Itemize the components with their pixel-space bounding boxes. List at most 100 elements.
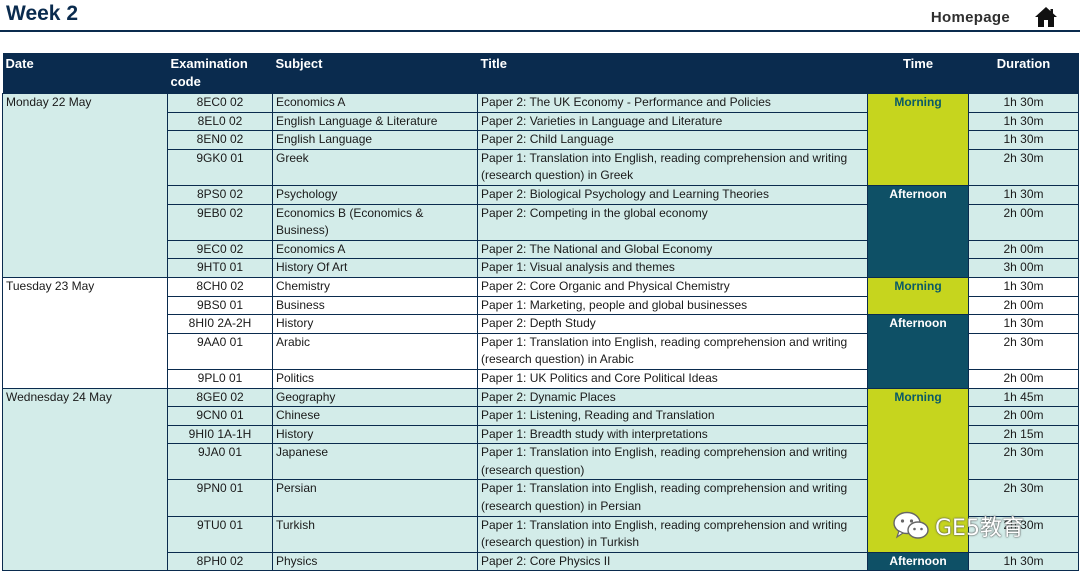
page-header: Week 2 Homepage [0, 0, 1080, 32]
exam-code-cell: 8PH0 02 [167, 551, 273, 572]
subject-cell: English Language & Literature [272, 111, 478, 132]
duration-cell: 2h 00m [968, 239, 1079, 260]
subject-cell: Persian [272, 479, 478, 517]
subject-cell: Chinese [272, 406, 478, 426]
time-slot-afternoon: Afternoon [867, 314, 969, 389]
duration-cell: 1h 30m [968, 551, 1079, 572]
title-cell: Paper 1: Translation into English, readi… [477, 479, 868, 517]
duration-cell: 1h 30m [968, 314, 1079, 334]
time-slot-morning: Morning [867, 93, 969, 186]
exam-code-cell: 9PL0 01 [167, 368, 273, 389]
subject-cell: Greek [272, 148, 478, 186]
title-cell: Paper 2: Competing in the global economy [477, 203, 868, 241]
exam-code-cell: 8GE0 02 [167, 387, 273, 408]
title-cell: Paper 2: Varieties in Language and Liter… [477, 111, 868, 132]
date-cell: Wednesday 24 May [2, 387, 168, 572]
duration-cell: 2h 00m [968, 203, 1079, 241]
duration-cell: 2h 30m [968, 332, 1079, 370]
title-cell: Paper 1: Translation into English, readi… [477, 443, 868, 481]
exam-timetable: Date Examination code Subject Title Time… [2, 53, 1079, 572]
subject-cell: Japanese [272, 443, 478, 481]
duration-cell: 2h 30m [968, 515, 1079, 553]
subject-cell: Arabic [272, 332, 478, 370]
date-cell: Monday 22 May [2, 93, 168, 278]
duration-cell: 1h 45m [968, 387, 1079, 408]
subject-cell: Chemistry [272, 276, 478, 297]
week-title: Week 2 [6, 2, 78, 25]
subject-cell: History [272, 424, 478, 445]
duration-cell: 2h 30m [968, 443, 1079, 481]
subject-cell: English Language [272, 130, 478, 150]
title-cell: Paper 1: Listening, Reading and Translat… [477, 406, 868, 426]
date-cell: Tuesday 23 May [2, 276, 168, 389]
title-cell: Paper 1: Breadth study with interpretati… [477, 424, 868, 445]
header-row: Date Examination code Subject Title Time… [2, 53, 1079, 94]
time-slot-afternoon: Afternoon [867, 551, 969, 572]
duration-cell: 1h 30m [968, 184, 1079, 205]
time-slot-morning: Morning [867, 276, 969, 316]
exam-code-cell: 9CN0 01 [167, 406, 273, 426]
title-cell: Paper 2: The UK Economy - Performance an… [477, 93, 868, 113]
duration-cell: 2h 30m [968, 148, 1079, 186]
col-title-header: Title [477, 53, 868, 94]
exam-code-cell: 9PN0 01 [167, 479, 273, 517]
exam-code-cell: 9HT0 01 [167, 258, 273, 278]
title-cell: Paper 2: Biological Psychology and Learn… [477, 184, 868, 205]
title-cell: Paper 2: Dynamic Places [477, 387, 868, 408]
subject-cell: Psychology [272, 184, 478, 205]
exam-code-cell: 9EB0 02 [167, 203, 273, 241]
title-cell: Paper 2: Core Organic and Physical Chemi… [477, 276, 868, 297]
duration-cell: 1h 30m [968, 93, 1079, 113]
exam-code-cell: 9HI0 1A-1H [167, 424, 273, 445]
exam-code-cell: 9EC0 02 [167, 239, 273, 260]
duration-cell: 1h 30m [968, 130, 1079, 150]
title-cell: Paper 2: Child Language [477, 130, 868, 150]
title-cell: Paper 2: The National and Global Economy [477, 239, 868, 260]
col-subject-header: Subject [272, 53, 478, 94]
exam-code-cell: 8CH0 02 [167, 276, 273, 297]
exam-code-cell: 8PS0 02 [167, 184, 273, 205]
title-cell: Paper 2: Core Physics II [477, 551, 868, 572]
exam-code-cell: 9AA0 01 [167, 332, 273, 370]
duration-cell: 2h 30m [968, 479, 1079, 517]
exam-code-cell: 8EN0 02 [167, 130, 273, 150]
col-code-header: Examination code [167, 53, 273, 94]
duration-cell: 1h 30m [968, 111, 1079, 132]
title-cell: Paper 1: Visual analysis and themes [477, 258, 868, 278]
subject-cell: Turkish [272, 515, 478, 553]
exam-code-cell: 9GK0 01 [167, 148, 273, 186]
timetable-body: Monday 22 May 8EC0 02 Economics A Paper 2: … [2, 93, 1079, 572]
title-cell: Paper 1: UK Politics and Core Political … [477, 368, 868, 389]
duration-cell: 1h 30m [968, 276, 1079, 297]
duration-cell: 2h 00m [968, 368, 1079, 389]
duration-cell: 2h 00m [968, 295, 1079, 316]
col-time-header: Time [867, 53, 969, 94]
subject-cell: Economics B (Economics & Business) [272, 203, 478, 241]
exam-code-cell: 8EC0 02 [167, 93, 273, 113]
duration-cell: 2h 15m [968, 424, 1079, 445]
subject-cell: Economics A [272, 239, 478, 260]
subject-cell: Geography [272, 387, 478, 408]
subject-cell: Physics [272, 551, 478, 572]
subject-cell: Politics [272, 368, 478, 389]
table-row: Tuesday 23 May 8CH0 02 Chemistry Paper 2: C… [2, 276, 1079, 389]
title-cell: Paper 2: Depth Study [477, 314, 868, 334]
home-icon[interactable] [1034, 6, 1058, 28]
col-duration-header: Duration [968, 53, 1079, 94]
title-cell: Paper 1: Translation into English, readi… [477, 148, 868, 186]
exam-code-cell: 8HI0 2A-2H [167, 314, 273, 334]
exam-code-cell: 9TU0 01 [167, 515, 273, 553]
title-cell: Paper 1: Translation into English, readi… [477, 515, 868, 553]
time-slot-afternoon: Afternoon [867, 184, 969, 278]
exam-code-cell: 9BS0 01 [167, 295, 273, 316]
col-date-header: Date [2, 53, 168, 94]
exam-code-cell: 8EL0 02 [167, 111, 273, 132]
subject-cell: Business [272, 295, 478, 316]
time-slot-morning: Morning [867, 387, 969, 553]
duration-cell: 3h 00m [968, 258, 1079, 278]
table-row: Wednesday 24 May 8GE0 02 Geography Paper 2:… [2, 387, 1079, 572]
homepage-link[interactable]: Homepage [931, 9, 1010, 26]
table-row: Monday 22 May 8EC0 02 Economics A Paper 2: … [2, 93, 1079, 278]
title-cell: Paper 1: Translation into English, readi… [477, 332, 868, 370]
subject-cell: Economics A [272, 93, 478, 113]
